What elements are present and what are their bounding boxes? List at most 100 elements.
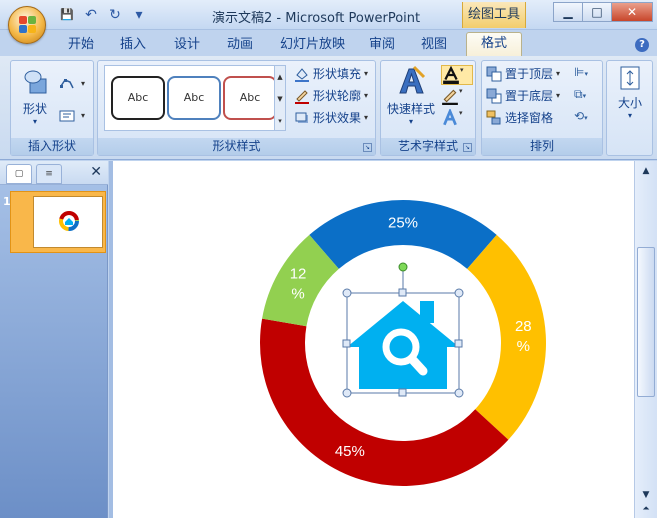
- group-objects-button[interactable]: ⧉▾: [574, 87, 586, 102]
- shape-effects-icon: [295, 112, 308, 123]
- office-button[interactable]: [8, 6, 46, 44]
- ribbon: 形状 ▾ ▾ ▾ 插入形状 Abc Abc Abc ▲ ▼ ▾ 形状填充 ▾ 形状轮廓…: [0, 56, 657, 160]
- quick-styles-button[interactable]: 快速样式 ▾: [385, 65, 437, 131]
- quick-access-toolbar: 💾 ↶ ↻ ▾: [58, 6, 148, 24]
- pencil-icon: [295, 90, 309, 104]
- text-outline-icon: [442, 89, 458, 105]
- group-size: 大小 ▾: [606, 60, 653, 156]
- send-to-back-button[interactable]: 置于底层 ▾: [486, 87, 560, 105]
- save-icon[interactable]: 💾: [58, 6, 76, 24]
- tab-slideshow[interactable]: 幻灯片放映: [280, 34, 345, 56]
- pane-close-icon[interactable]: ✕: [90, 164, 102, 180]
- style-gallery: Abc Abc Abc: [104, 65, 284, 131]
- selection-pane-icon: [486, 110, 501, 125]
- rotate-button[interactable]: ⟲▾: [574, 109, 588, 123]
- context-tool-title: 绘图工具: [462, 2, 526, 28]
- group-insert-shapes: 形状 ▾ ▾ ▾ 插入形状: [10, 60, 94, 156]
- ribbon-tabs: 开始 插入 设计 动画 幻灯片放映 审阅 视图 格式 ?: [0, 30, 657, 56]
- size-button[interactable]: 大小 ▾: [611, 65, 649, 135]
- align-button[interactable]: ⊫▾: [574, 65, 588, 79]
- group-shape-styles: Abc Abc Abc ▲ ▼ ▾ 形状填充 ▾ 形状轮廓 ▾ 形状效果 ▾ 形状样式 ↘: [97, 60, 376, 156]
- text-fill-button[interactable]: ▾: [441, 65, 473, 85]
- undo-icon[interactable]: ↶: [82, 6, 100, 24]
- outline-tab[interactable]: ≡: [36, 164, 62, 184]
- shapes-button[interactable]: 形状 ▾: [15, 65, 55, 131]
- tab-home[interactable]: 开始: [68, 34, 94, 56]
- quick-styles-label: 快速样式: [386, 102, 435, 116]
- size-icon: [620, 66, 640, 90]
- shape-fill-button[interactable]: 形状填充 ▾: [294, 65, 368, 83]
- style-sample-black[interactable]: Abc: [111, 76, 165, 120]
- tab-insert[interactable]: 插入: [120, 34, 146, 56]
- text-effects-icon: [443, 107, 457, 126]
- group-arrange: 置于顶层 ▾ 置于底层 ▾ 选择窗格 ⊫▾ ⧉▾ ⟲▾ 排列: [481, 60, 603, 156]
- shape-styles-launcher-icon[interactable]: ↘: [363, 143, 372, 152]
- bring-to-front-button[interactable]: 置于顶层 ▾: [486, 65, 560, 83]
- shape-outline-label: 形状轮廓: [313, 89, 362, 103]
- pane-tabs: ▢ ≡ ✕: [0, 161, 108, 185]
- text-outline-button[interactable]: ▾: [441, 87, 473, 107]
- scroll-up-icon[interactable]: ▲: [637, 163, 655, 179]
- group-label-arrange: 排列: [482, 138, 602, 155]
- gallery-scroll[interactable]: ▲ ▼ ▾: [274, 65, 286, 131]
- text-fill-icon: [443, 65, 459, 84]
- style-sample-red[interactable]: Abc: [223, 76, 277, 120]
- donut-segment-2: [467, 234, 546, 440]
- donut-segment-1: [309, 200, 497, 269]
- paint-bucket-icon: [295, 68, 309, 82]
- shape-fill-label: 形状填充: [313, 67, 362, 81]
- tab-format[interactable]: 格式: [466, 32, 523, 56]
- slides-tab[interactable]: ▢: [6, 164, 32, 184]
- tab-animations[interactable]: 动画: [227, 34, 253, 56]
- minimize-button[interactable]: ▁: [553, 2, 583, 22]
- group-label-insert-shapes: 插入形状: [11, 138, 93, 155]
- selection-pane-button[interactable]: 选择窗格: [486, 109, 553, 127]
- shapes-icon: [24, 70, 47, 94]
- shape-effects-button[interactable]: 形状效果 ▾: [294, 109, 368, 127]
- style-sample-blue[interactable]: Abc: [167, 76, 221, 120]
- slides-pane: ▢ ≡ ✕ 1: [0, 161, 108, 518]
- house-search-icon[interactable]: [342, 262, 464, 398]
- shapes-dropdown-icon: ▾: [32, 117, 37, 126]
- selection-pane-label: 选择窗格: [505, 111, 554, 125]
- tab-design[interactable]: 设计: [174, 34, 200, 56]
- text-box-button[interactable]: ▾: [59, 107, 85, 125]
- shape-outline-button[interactable]: 形状轮廓 ▾: [294, 87, 368, 105]
- window-title: 演示文稿2 - Microsoft PowerPoint: [212, 11, 421, 26]
- group-label-wordart: 艺术字样式: [381, 138, 475, 155]
- group-label-shape-styles: 形状样式: [98, 138, 375, 155]
- wordart-a-icon: [399, 65, 426, 94]
- donut-label-3: 45%: [335, 443, 365, 460]
- send-back-label: 置于底层: [505, 89, 554, 103]
- previous-slide-icon[interactable]: ⏶: [637, 501, 655, 517]
- quick-styles-dropdown-icon: ▾: [408, 117, 413, 126]
- edit-shape-button[interactable]: ▾: [59, 75, 85, 93]
- house-shape: [347, 301, 459, 389]
- help-icon[interactable]: ?: [635, 38, 649, 52]
- wordart-launcher-icon[interactable]: ↘: [463, 143, 472, 152]
- scroll-thumb[interactable]: [637, 247, 655, 397]
- slide-thumbnail-1[interactable]: [10, 191, 106, 253]
- tab-view[interactable]: 视图: [421, 34, 447, 56]
- bring-front-label: 置于顶层: [505, 67, 554, 81]
- send-back-icon: [486, 88, 502, 104]
- tab-review[interactable]: 审阅: [369, 34, 395, 56]
- customize-qat-icon[interactable]: ▾: [130, 6, 148, 24]
- slide-editing-area: 25% 28% 45% 12%: [109, 161, 634, 518]
- donut-chart: 25%28 %45%12%: [260, 200, 546, 486]
- size-label: 大小: [617, 96, 642, 110]
- thumbnail-donut: [59, 211, 79, 231]
- size-dropdown-icon: ▾: [627, 111, 632, 120]
- shape-effects-label: 形状效果: [313, 111, 362, 125]
- text-effects-button[interactable]: ▾: [441, 107, 473, 129]
- edit-points-icon: [60, 79, 74, 89]
- close-button[interactable]: ✕: [611, 2, 653, 22]
- shapes-label: 形状: [22, 102, 47, 116]
- maximize-button[interactable]: □: [582, 2, 612, 22]
- donut-label-1: 25%: [388, 215, 418, 232]
- redo-icon[interactable]: ↻: [106, 6, 124, 24]
- slide-canvas[interactable]: 25% 28% 45% 12%: [113, 161, 634, 518]
- rotation-handle[interactable]: [398, 262, 408, 272]
- vertical-scrollbar[interactable]: ▲ ▼ ⏶: [634, 161, 657, 518]
- office-logo-icon: [19, 16, 37, 34]
